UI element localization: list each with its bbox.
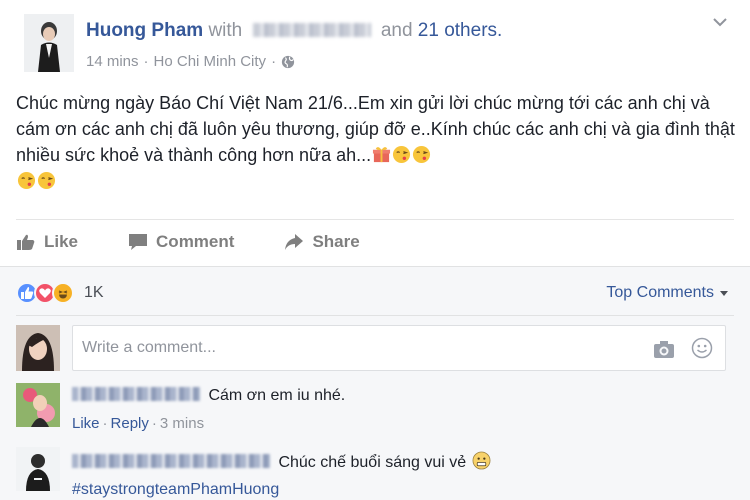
comment-composer[interactable]: Write a comment...	[72, 325, 726, 371]
like-button[interactable]: Like	[16, 232, 78, 252]
comment-reply-link[interactable]: Reply	[111, 415, 149, 432]
comment-icon	[129, 234, 148, 250]
hashtag-link[interactable]: #staystrongteamPhamHuong	[72, 481, 279, 499]
post-header: Huong Pham with and 21 others.	[86, 20, 502, 42]
camera-icon[interactable]	[653, 339, 675, 359]
emoji-smile-icon[interactable]	[691, 337, 713, 359]
top-comments-label: Top Comments	[606, 284, 714, 301]
post-body: Chúc mừng ngày Báo Chí Việt Nam 21/6...E…	[16, 90, 736, 194]
post-location[interactable]: Ho Chi Minh City	[154, 53, 267, 70]
commenter-avatar[interactable]	[16, 447, 60, 491]
comment-body: Chúc chế buổi sáng vui vẻ	[72, 451, 491, 472]
author-avatar[interactable]	[24, 14, 74, 72]
comment-time[interactable]: 3 mins	[160, 415, 204, 432]
comment-text: Chúc chế buổi sáng vui vẻ	[278, 454, 467, 471]
kiss-emoji-icon	[393, 145, 411, 164]
and-word: and	[380, 20, 413, 41]
kiss-emoji-icon	[17, 171, 36, 190]
post-card: Huong Pham with and 21 others. 14 mins ·…	[0, 0, 750, 265]
commenter-name-blurred[interactable]	[72, 387, 200, 401]
like-label: Like	[44, 232, 79, 251]
share-button[interactable]: Share	[284, 232, 360, 252]
others-link[interactable]: 21 others.	[418, 20, 503, 41]
comment-meta: Like · Reply · 3 mins	[72, 415, 204, 432]
commenter-name-blurred[interactable]	[72, 454, 270, 468]
comment-text: Cám ơn em iu nhé.	[208, 387, 346, 404]
post-divider	[16, 219, 734, 220]
tagged-friend-blurred[interactable]	[252, 23, 371, 37]
globe-icon[interactable]	[281, 55, 295, 69]
haha-reaction-icon	[52, 282, 74, 304]
caret-down-icon	[720, 290, 728, 296]
kiss-emoji-icon	[413, 145, 431, 164]
comment-like-link[interactable]: Like	[72, 415, 100, 432]
grimace-emoji-icon	[472, 451, 491, 470]
comments-divider	[16, 315, 734, 316]
reactions-summary[interactable]: 1K	[16, 282, 104, 304]
comment-button[interactable]: Comment	[128, 232, 234, 252]
commenter-avatar[interactable]	[16, 383, 60, 427]
post-time[interactable]: 14 mins	[86, 53, 139, 70]
meta-separator: ·	[151, 415, 157, 432]
chevron-down-icon[interactable]	[712, 16, 728, 28]
gift-icon	[373, 147, 391, 163]
reaction-count[interactable]: 1K	[84, 284, 104, 302]
meta-separator: ·	[143, 53, 149, 70]
share-label: Share	[312, 232, 360, 251]
current-user-avatar[interactable]	[16, 325, 60, 371]
comment-input[interactable]: Write a comment...	[82, 339, 216, 357]
top-comments-dropdown[interactable]: Top Comments	[606, 284, 728, 302]
thumbs-up-icon	[17, 234, 35, 250]
kiss-emoji-icon	[37, 171, 56, 190]
post-meta: 14 mins · Ho Chi Minh City ·	[86, 53, 295, 70]
share-arrow-icon	[285, 234, 304, 250]
author-name[interactable]: Huong Pham	[86, 20, 203, 41]
comment-body: Cám ơn em iu nhé.	[72, 387, 345, 405]
with-word: with	[208, 20, 243, 41]
meta-separator: ·	[102, 415, 108, 432]
comment-label: Comment	[156, 232, 235, 251]
comments-section: 1K Top Comments Write a comment... Cám ơ…	[0, 266, 750, 500]
post-actions: Like Comment Share	[16, 226, 410, 258]
meta-separator: ·	[271, 53, 277, 70]
